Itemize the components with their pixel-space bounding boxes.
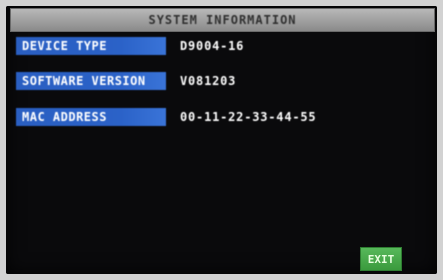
osd-screen: SYSTEM INFORMATION DEVICE TYPE D9004-16 …: [6, 6, 437, 274]
mac-address-label: MAC ADDRESS: [16, 108, 166, 126]
software-version-value: V081203: [180, 74, 237, 88]
info-row-mac-address: MAC ADDRESS 00-11-22-33-44-55: [16, 108, 316, 126]
software-version-label: SOFTWARE VERSION: [16, 72, 166, 90]
info-row-device-type: DEVICE TYPE D9004-16: [16, 37, 244, 55]
title-bar: SYSTEM INFORMATION: [10, 8, 435, 32]
mac-address-value: 00-11-22-33-44-55: [180, 110, 317, 124]
monitor-bezel: SYSTEM INFORMATION DEVICE TYPE D9004-16 …: [0, 0, 443, 280]
exit-button[interactable]: EXIT: [360, 247, 402, 271]
info-row-software-version: SOFTWARE VERSION V081203: [16, 72, 236, 90]
device-type-label: DEVICE TYPE: [16, 37, 166, 55]
page-title: SYSTEM INFORMATION: [148, 13, 297, 27]
device-type-value: D9004-16: [180, 39, 245, 53]
